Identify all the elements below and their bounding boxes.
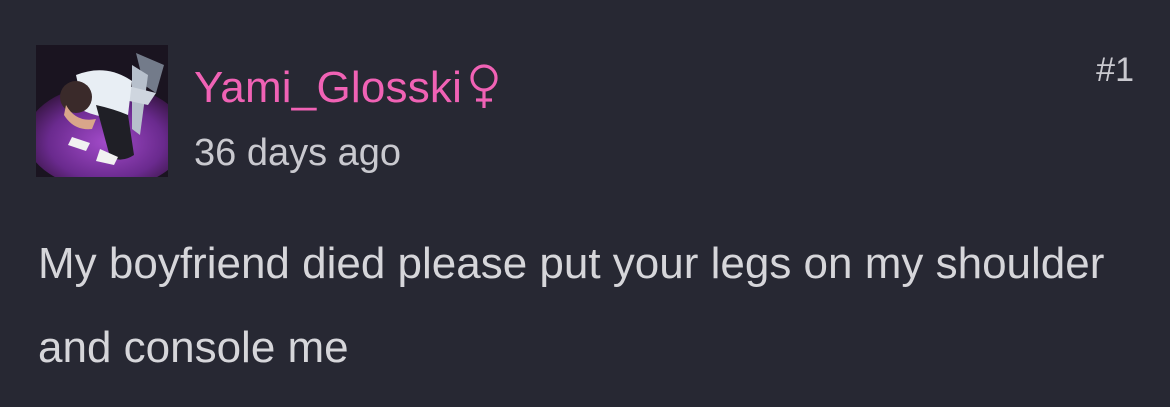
avatar[interactable] [36, 45, 168, 177]
post-body: My boyfriend died please put your legs o… [38, 239, 1105, 372]
avatar-image [36, 45, 168, 177]
female-symbol-icon [466, 62, 502, 114]
username[interactable]: Yami_Glosski [194, 60, 462, 116]
post-timestamp: 36 days ago [194, 132, 402, 174]
author-row: Yami_Glosski [194, 60, 502, 116]
forum-post: Yami_Glosski 36 days ago #1 My boyfriend… [0, 0, 1170, 407]
post-number[interactable]: #1 [1096, 50, 1134, 90]
